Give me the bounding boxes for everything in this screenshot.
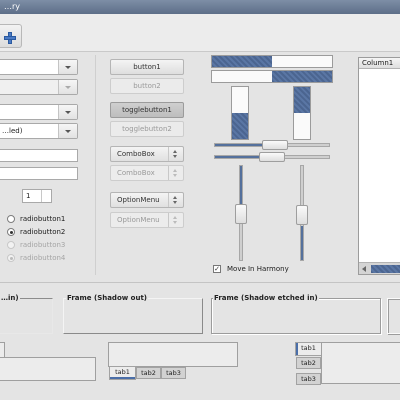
progressbar-fill bbox=[294, 87, 310, 113]
notebook-bottom-tab3[interactable]: tab3 bbox=[161, 367, 186, 379]
radio-1-label: radiobutton1 bbox=[20, 215, 66, 223]
optionmenu-1-label: OptionMenu bbox=[117, 196, 160, 204]
add-icon bbox=[4, 32, 16, 44]
notebook-top-page bbox=[0, 357, 96, 381]
notebook-top-tab-partial[interactable] bbox=[0, 342, 5, 358]
button1[interactable]: button1 bbox=[110, 59, 184, 75]
frame-shadow-out bbox=[63, 298, 203, 334]
updown-arrows-icon bbox=[168, 193, 183, 207]
combo-entry-2-disabled bbox=[0, 79, 78, 95]
notebook-left-tab1[interactable]: tab1 bbox=[295, 342, 322, 356]
hscale-2-slider[interactable] bbox=[259, 152, 285, 162]
progressbar-fill bbox=[272, 71, 332, 82]
frame-shadow-etched-in bbox=[211, 298, 381, 334]
button2-disabled: button2 bbox=[110, 78, 184, 94]
spin-button[interactable]: 1 bbox=[22, 189, 52, 203]
scroll-left-icon[interactable] bbox=[362, 266, 366, 272]
togglebutton1[interactable]: togglebutton1 bbox=[110, 102, 184, 118]
combobox-2-disabled: ComboBox bbox=[110, 165, 184, 181]
move-in-harmony-checkbox[interactable]: ✓ bbox=[213, 265, 221, 273]
toolbar bbox=[0, 14, 400, 52]
radio-4-disabled bbox=[7, 254, 15, 262]
updown-arrows-icon bbox=[168, 213, 183, 227]
notebook-left-page bbox=[321, 342, 400, 384]
vscale-fill bbox=[301, 226, 303, 260]
notebook-bottom-page bbox=[108, 342, 238, 367]
chevron-down-icon bbox=[65, 86, 71, 89]
combobox-2-label: ComboBox bbox=[117, 169, 155, 177]
combo-3[interactable] bbox=[0, 104, 78, 120]
divider bbox=[0, 282, 400, 283]
tree-hscroll-thumb[interactable] bbox=[371, 265, 400, 273]
updown-arrows-icon bbox=[168, 147, 183, 161]
combobox-1-label: ComboBox bbox=[117, 150, 155, 158]
radio-4-label: radiobutton4 bbox=[20, 254, 66, 262]
tree-view[interactable]: Column1 bbox=[358, 57, 400, 275]
optionmenu-2-disabled: OptionMenu bbox=[110, 212, 184, 228]
radio-1[interactable] bbox=[7, 215, 15, 223]
radio-3-label: radiobutton3 bbox=[20, 241, 66, 249]
check-icon: ✓ bbox=[214, 265, 220, 273]
spin-arrows[interactable] bbox=[41, 190, 52, 202]
combo-4[interactable]: …led) bbox=[0, 123, 78, 139]
combo-dropdown-button bbox=[58, 80, 77, 94]
chevron-down-icon bbox=[65, 66, 71, 69]
separator bbox=[95, 55, 96, 275]
progressbar-horizontal-1 bbox=[211, 55, 333, 68]
frame-shadow-etched-out bbox=[387, 298, 400, 334]
optionmenu-1[interactable]: OptionMenu bbox=[110, 192, 184, 208]
frame-shadow-etched-in-label: Frame (Shadow etched in) bbox=[213, 293, 319, 303]
progressbar-fill bbox=[232, 113, 248, 139]
column1-label: Column1 bbox=[362, 59, 394, 67]
combobox-1[interactable]: ComboBox bbox=[110, 146, 184, 162]
frame-shadow-in bbox=[0, 298, 53, 334]
updown-arrows-icon bbox=[168, 166, 183, 180]
combo-dropdown-button[interactable] bbox=[58, 105, 77, 119]
notebook-bottom-tab2[interactable]: tab2 bbox=[136, 367, 161, 379]
togglebutton2-disabled: togglebutton2 bbox=[110, 121, 184, 137]
combo-dropdown-button[interactable] bbox=[58, 60, 77, 74]
tree-column-header[interactable]: Column1 bbox=[359, 58, 400, 69]
radio-3-disabled bbox=[7, 241, 15, 249]
hscale-fill bbox=[215, 156, 263, 158]
notebook-bottom-tab1[interactable]: tab1 bbox=[109, 366, 136, 380]
radio-2[interactable] bbox=[7, 228, 15, 236]
window-titlebar: …ry bbox=[0, 0, 400, 14]
frame-shadow-in-label: …in) bbox=[0, 293, 20, 303]
progressbar-vertical-2 bbox=[293, 86, 311, 140]
text-entry-2[interactable] bbox=[0, 167, 78, 180]
tree-hscrollbar[interactable] bbox=[359, 262, 400, 274]
window-title: …ry bbox=[4, 2, 21, 11]
hscale-fill bbox=[215, 144, 263, 146]
hscale-1-slider[interactable] bbox=[262, 140, 288, 150]
optionmenu-2-label: OptionMenu bbox=[117, 216, 160, 224]
move-in-harmony-label: Move In Harmony bbox=[227, 265, 289, 273]
combo-4-label: …led) bbox=[2, 127, 23, 135]
progressbar-horizontal-2 bbox=[211, 70, 333, 83]
frame-shadow-out-label: Frame (Shadow out) bbox=[66, 293, 148, 303]
notebook-left-tab3[interactable]: tab3 bbox=[296, 373, 321, 385]
combo-dropdown-button[interactable] bbox=[58, 124, 77, 138]
progressbar-vertical-1 bbox=[231, 86, 249, 140]
text-entry-1[interactable] bbox=[0, 149, 78, 162]
spin-value: 1 bbox=[26, 192, 31, 200]
vscale-fill bbox=[240, 166, 242, 206]
vscale-1-slider[interactable] bbox=[235, 204, 247, 224]
chevron-down-icon bbox=[65, 130, 71, 133]
progressbar-fill bbox=[212, 56, 272, 67]
notebook-left-tab2[interactable]: tab2 bbox=[296, 357, 321, 369]
vscale-2-slider[interactable] bbox=[296, 205, 308, 225]
combo-entry-1[interactable] bbox=[0, 59, 78, 75]
radio-2-label: radiobutton2 bbox=[20, 228, 66, 236]
chevron-down-icon bbox=[65, 111, 71, 114]
